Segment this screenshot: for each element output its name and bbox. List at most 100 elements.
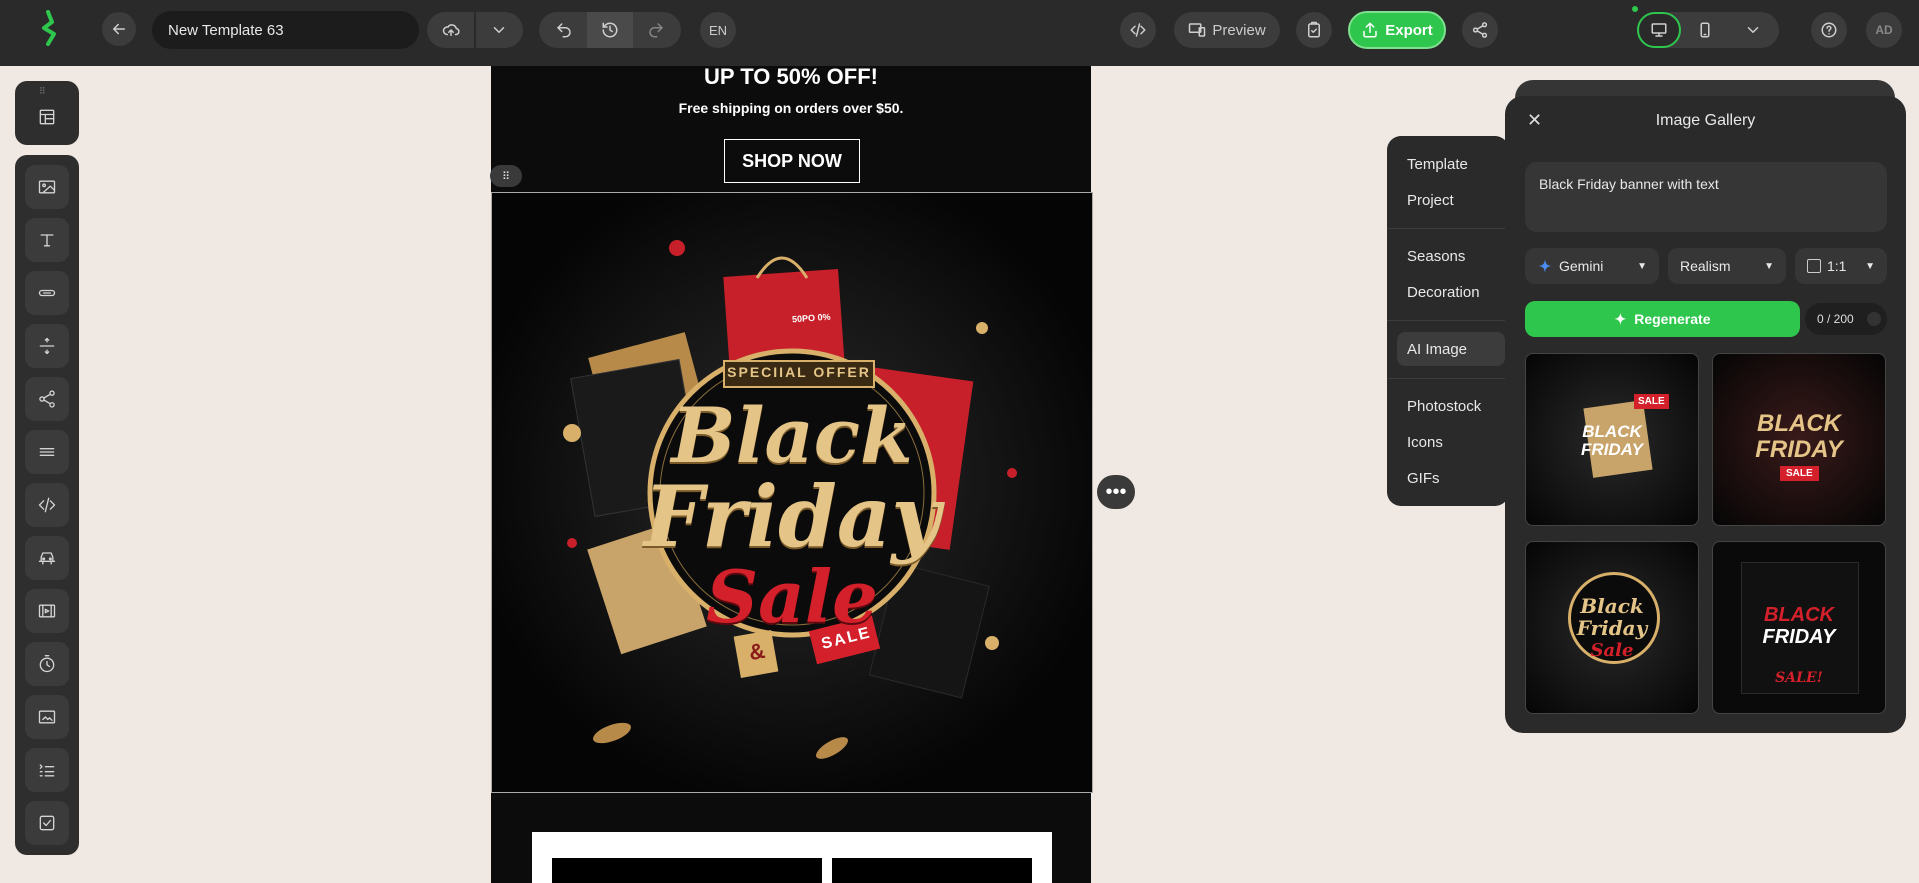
device-dropdown-button[interactable] bbox=[1729, 21, 1777, 39]
help-circle-icon bbox=[1821, 22, 1837, 38]
redo-button[interactable] bbox=[633, 21, 679, 39]
image-block-button[interactable] bbox=[25, 165, 69, 209]
language-button[interactable]: EN bbox=[700, 12, 736, 48]
share-icon bbox=[1472, 22, 1488, 38]
thumb-2-line2: FRIDAY bbox=[1755, 436, 1843, 463]
button-block-button[interactable] bbox=[25, 271, 69, 315]
timer-icon bbox=[39, 655, 55, 673]
redo-icon bbox=[649, 23, 663, 38]
menu-item-decoration[interactable]: Decoration bbox=[1407, 284, 1480, 301]
model-select[interactable]: Gemini ▼ bbox=[1525, 248, 1659, 284]
cloud-upload-button[interactable] bbox=[428, 21, 474, 39]
block-drag-handle[interactable]: ⠿ bbox=[490, 165, 522, 187]
code-icon bbox=[1130, 23, 1146, 37]
regenerate-button[interactable]: ✦ Regenerate bbox=[1525, 301, 1800, 337]
gallery-title: Image Gallery bbox=[1655, 112, 1756, 129]
template-name-input[interactable]: New Template 63 bbox=[152, 11, 419, 49]
product-image-left bbox=[552, 858, 822, 883]
form-block-button[interactable] bbox=[25, 801, 69, 845]
export-label: Export bbox=[1385, 21, 1433, 39]
app-logo-icon[interactable] bbox=[36, 10, 62, 46]
promo-subline: Free shipping on orders over $50. bbox=[678, 100, 904, 116]
image-icon bbox=[38, 180, 56, 194]
menu-item-project[interactable]: Project bbox=[1407, 192, 1454, 209]
help-button[interactable] bbox=[1811, 12, 1847, 48]
preview-button[interactable]: Preview bbox=[1174, 12, 1280, 48]
menu-block-button[interactable] bbox=[25, 536, 69, 580]
undo-icon bbox=[557, 23, 571, 38]
menu-item-seasons[interactable]: Seasons bbox=[1407, 248, 1465, 265]
mobile-view-button[interactable] bbox=[1681, 21, 1729, 39]
desktop-view-button[interactable] bbox=[1637, 12, 1681, 48]
thumb-4-line2: FRIDAY bbox=[1762, 626, 1836, 648]
banner-amp-tag: & bbox=[746, 637, 767, 666]
share-button[interactable] bbox=[1462, 12, 1498, 48]
list-icon bbox=[39, 764, 55, 777]
menu-item-gifs[interactable]: GIFs bbox=[1407, 470, 1440, 487]
black-friday-banner[interactable]: SPECIIAL OFFER 50PO 0% Black Friday Sale… bbox=[491, 192, 1093, 793]
export-button[interactable]: Export bbox=[1348, 11, 1446, 49]
code-view-button[interactable] bbox=[1120, 12, 1156, 48]
text-icon bbox=[40, 234, 54, 247]
menu-item-ai-image[interactable]: AI Image bbox=[1407, 341, 1467, 358]
chevron-down-icon bbox=[1747, 27, 1759, 33]
button-icon bbox=[38, 289, 56, 297]
spacer-icon bbox=[39, 337, 55, 355]
promo-headline: UP TO 50% OFF! bbox=[703, 66, 878, 89]
gallery-thumb-3[interactable]: Black Friday Sale bbox=[1525, 541, 1699, 714]
preview-label: Preview bbox=[1212, 21, 1266, 39]
undo-button[interactable] bbox=[541, 21, 587, 39]
html-block-button[interactable] bbox=[25, 483, 69, 527]
user-avatar[interactable]: AD bbox=[1866, 12, 1902, 48]
car-icon bbox=[38, 552, 56, 565]
history-button[interactable] bbox=[587, 12, 633, 48]
chevron-down-icon: ▼ bbox=[1764, 260, 1774, 272]
layout-button[interactable] bbox=[25, 95, 69, 139]
menu-item-photostock[interactable]: Photostock bbox=[1407, 398, 1481, 415]
more-horizontal-icon: ••• bbox=[1105, 480, 1127, 503]
menu-item-template[interactable]: Template bbox=[1407, 156, 1468, 173]
clipboard-check-icon bbox=[1308, 21, 1320, 38]
generation-counter: 0 / 200 bbox=[1805, 303, 1887, 335]
list-block-button[interactable] bbox=[25, 748, 69, 792]
thumb-3-tag: Sale bbox=[1590, 640, 1634, 661]
gallery-icon bbox=[38, 710, 56, 724]
spacer-block-button[interactable] bbox=[25, 324, 69, 368]
back-button[interactable] bbox=[102, 12, 136, 46]
text-block-button[interactable] bbox=[25, 218, 69, 262]
layout-icon bbox=[39, 109, 55, 125]
model-label: Gemini bbox=[1559, 258, 1604, 274]
grip-icon: ⠿ bbox=[501, 170, 511, 183]
menu-item-icons[interactable]: Icons bbox=[1407, 434, 1443, 451]
video-icon bbox=[38, 604, 56, 618]
counter-ring-icon bbox=[1867, 312, 1881, 326]
banner-block-button[interactable] bbox=[25, 695, 69, 739]
shop-now-button[interactable]: SHOP NOW bbox=[724, 139, 860, 183]
timer-block-button[interactable] bbox=[25, 642, 69, 686]
gallery-thumb-4[interactable]: BLACK FRIDAY SALE! bbox=[1712, 541, 1886, 714]
social-block-button[interactable] bbox=[25, 377, 69, 421]
arrow-left-icon bbox=[113, 23, 125, 35]
top-toolbar: New Template 63 EN Preview Export AD bbox=[0, 0, 1919, 66]
desktop-icon bbox=[1651, 23, 1667, 37]
ratio-select[interactable]: 1:1 ▼ bbox=[1795, 248, 1887, 284]
banner-sale-text: Sale bbox=[706, 554, 878, 639]
history-group bbox=[539, 12, 681, 48]
clipboard-button[interactable] bbox=[1296, 12, 1332, 48]
style-select[interactable]: Realism ▼ bbox=[1668, 248, 1786, 284]
prompt-textarea[interactable]: Black Friday banner with text bbox=[1525, 162, 1887, 232]
gallery-thumb-1[interactable]: BLACK FRIDAY SALE bbox=[1525, 353, 1699, 526]
share-icon bbox=[39, 390, 55, 408]
gallery-thumb-2[interactable]: BLACK FRIDAY SALE bbox=[1712, 353, 1886, 526]
save-dropdown-button[interactable] bbox=[476, 21, 522, 39]
video-block-button[interactable] bbox=[25, 589, 69, 633]
image-gallery-panel: ✕ Image Gallery Black Friday banner with… bbox=[1505, 96, 1906, 733]
divider-block-button[interactable] bbox=[25, 430, 69, 474]
thumb-4-tag: SALE! bbox=[1775, 670, 1823, 686]
thumb-1-tag: SALE bbox=[1634, 394, 1669, 409]
banner-friday-text: Friday bbox=[643, 467, 941, 566]
export-icon bbox=[1363, 22, 1377, 38]
content-source-menu: Template Project Seasons Decoration AI I… bbox=[1387, 136, 1509, 506]
block-more-button[interactable]: ••• bbox=[1097, 475, 1135, 509]
style-label: Realism bbox=[1680, 258, 1731, 274]
